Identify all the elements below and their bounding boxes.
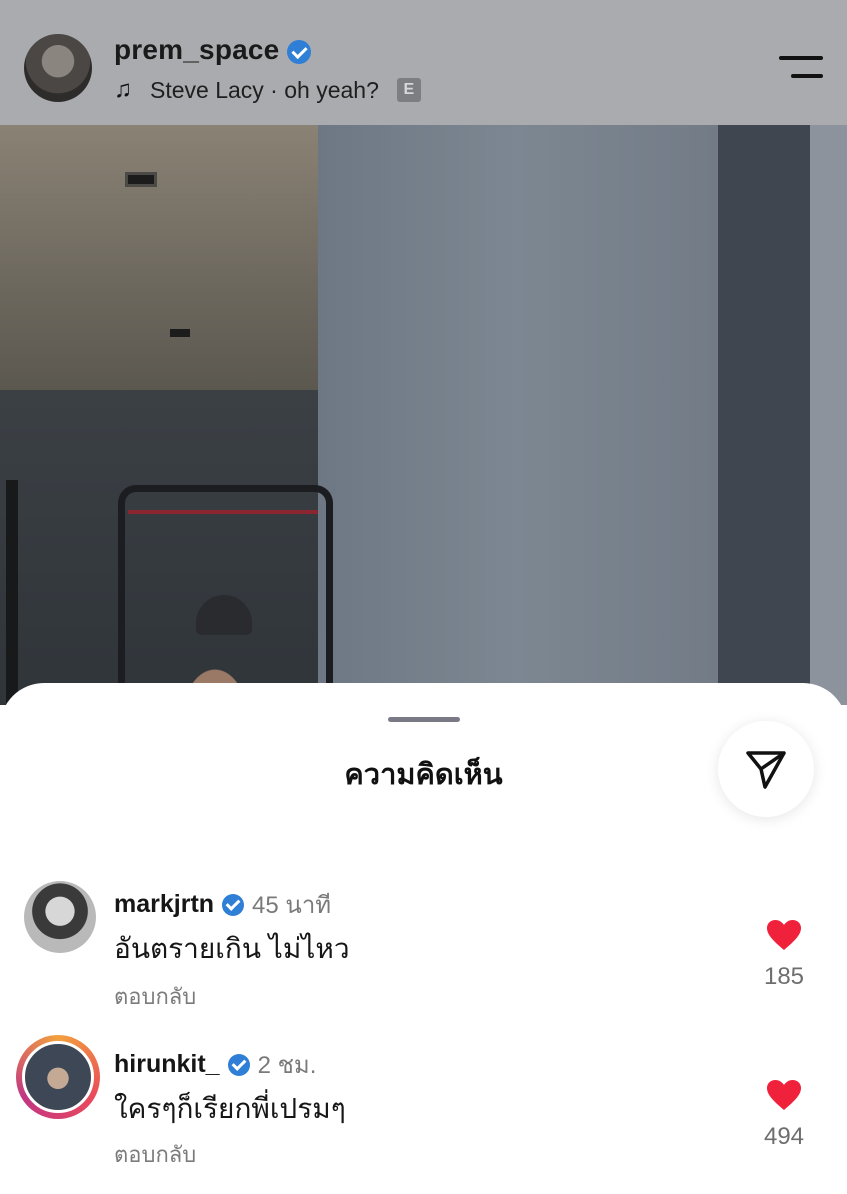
comment-text: ใครๆก็เรียกพี่เปรมๆ [114, 1093, 346, 1124]
photo-rack-bar [128, 510, 318, 514]
post-photo [0, 125, 847, 705]
photo-pillar [718, 125, 810, 705]
photo-mirror-wall [318, 125, 718, 705]
post-username[interactable]: prem_space [114, 34, 312, 66]
comment-username[interactable]: hirunkit_ [114, 1050, 220, 1079]
music-info[interactable]: ♫ Steve Lacy · oh yeah? E [114, 76, 421, 104]
photo-ceiling-light-small [170, 329, 190, 337]
comment-username[interactable]: markjrtn [114, 890, 214, 919]
avatar[interactable] [24, 34, 92, 102]
comment-time: 45 นาที [252, 892, 332, 919]
explicit-badge: E [396, 78, 421, 102]
comment-time: 2 ชม. [257, 1052, 317, 1079]
verified-badge-icon [227, 1053, 250, 1076]
comment-avatar[interactable] [22, 1041, 94, 1113]
verified-badge-icon [222, 893, 245, 916]
share-button[interactable] [718, 721, 814, 817]
photo-left-rack [6, 480, 18, 705]
post-header: prem_space ♫ Steve Lacy · oh yeah? E [0, 0, 847, 125]
photo-far-wall [810, 125, 847, 705]
verified-badge-icon [287, 39, 312, 64]
like-button[interactable]: 185 [759, 919, 809, 991]
like-count: 494 [763, 1123, 805, 1150]
like-button[interactable]: 494 [759, 1079, 809, 1151]
menu-line-icon [779, 56, 823, 60]
heart-icon [767, 920, 801, 950]
comment-header: markjrtn 45 นาที [114, 885, 331, 924]
send-plane-icon [746, 751, 786, 789]
reply-button[interactable]: ตอบกลับ [114, 1137, 196, 1172]
comment-avatar[interactable] [24, 881, 96, 953]
comment-header: hirunkit_ 2 ชม. [114, 1045, 316, 1084]
photo-ceiling-light [125, 172, 157, 187]
hamburger-menu-icon[interactable] [777, 56, 823, 82]
heart-icon [767, 1080, 801, 1110]
sheet-grabber[interactable] [388, 717, 460, 722]
post-username-text[interactable]: prem_space [114, 34, 279, 65]
comments-sheet: ความคิดเห็น markjrtn 45 นาที อันตรายเกิน… [0, 683, 847, 1194]
like-count: 185 [763, 963, 805, 990]
comment-text: อันตรายเกิน ไม่ไหว [114, 933, 350, 964]
photo-ceiling [0, 125, 318, 390]
music-note-icon: ♫ [114, 76, 132, 103]
music-track[interactable]: Steve Lacy · oh yeah? [150, 77, 379, 104]
reply-button[interactable]: ตอบกลับ [114, 979, 196, 1014]
menu-line-icon [791, 74, 823, 78]
